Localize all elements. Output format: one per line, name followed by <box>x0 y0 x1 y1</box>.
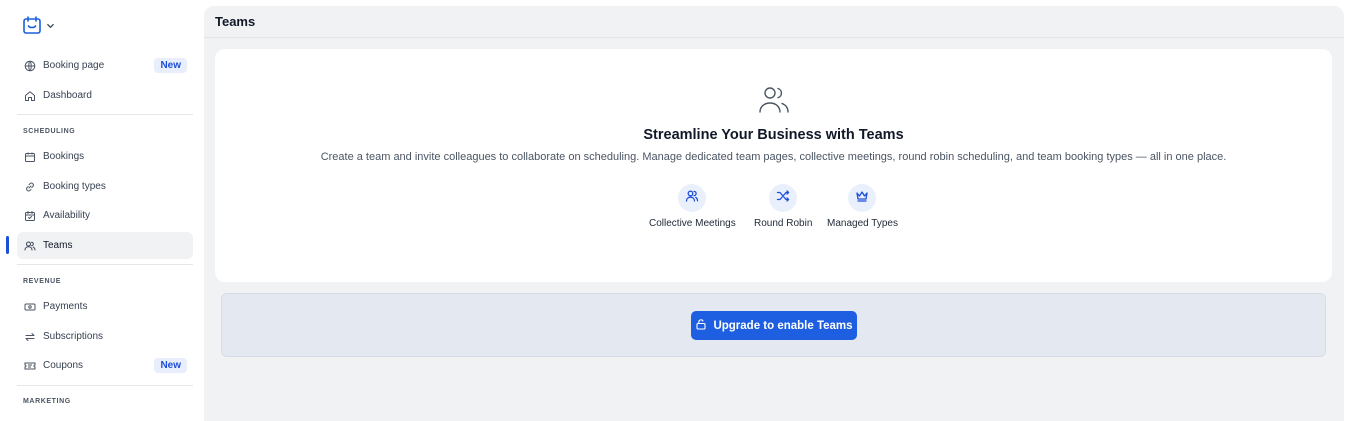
sidebar-item-bookings[interactable]: Bookings <box>17 143 193 170</box>
upgrade-button-label: Upgrade to enable Teams <box>713 319 853 332</box>
home-icon <box>24 90 36 102</box>
chevron-down-icon <box>46 21 55 30</box>
users-icon <box>758 83 790 120</box>
sidebar-item-payments[interactable]: Payments <box>17 293 193 320</box>
calendar-icon <box>24 151 36 163</box>
sidebar-item-label: Coupons <box>43 360 84 371</box>
cash-icon <box>24 301 36 313</box>
feature-label: Collective Meetings <box>649 218 736 229</box>
feature-round-robin: Round Robin <box>754 184 812 229</box>
active-indicator <box>6 236 9 254</box>
new-badge: New <box>154 58 187 73</box>
sidebar-item-teams[interactable]: Teams <box>17 232 193 259</box>
calendar-logo-icon <box>22 15 42 35</box>
page-title: Teams <box>204 6 1344 38</box>
repeat-icon <box>24 331 36 343</box>
divider <box>17 264 193 265</box>
feature-icon-circle <box>848 184 877 212</box>
new-badge: New <box>154 358 187 373</box>
feature-icon-circle <box>769 184 798 212</box>
feature-label: Managed Types <box>827 218 898 229</box>
sidebar: Booking page New Dashboard SCHEDULING Bo… <box>0 0 204 421</box>
sidebar-item-coupons[interactable]: Coupons New <box>17 352 193 379</box>
sidebar-item-booking-page[interactable]: Booking page New <box>17 52 193 79</box>
feature-label: Round Robin <box>754 218 813 229</box>
calendar-check-icon <box>24 210 36 222</box>
sidebar-item-label: Bookings <box>43 151 85 162</box>
section-label-marketing: MARKETING <box>23 398 71 405</box>
card-description: Create a team and invite colleagues to c… <box>320 151 1227 163</box>
globe-icon <box>24 60 36 72</box>
shuffle-icon <box>776 189 790 208</box>
sidebar-item-label: Booking page <box>43 60 105 71</box>
feature-collective-meetings: Collective Meetings <box>649 184 736 229</box>
divider <box>17 385 193 386</box>
section-label-scheduling: SCHEDULING <box>23 128 76 135</box>
ticket-icon <box>24 360 36 372</box>
divider <box>17 114 193 115</box>
sidebar-item-subscriptions[interactable]: Subscriptions <box>17 323 193 350</box>
sidebar-item-label: Dashboard <box>43 90 92 101</box>
main-content: Teams Streamline Your Business with Team… <box>204 6 1344 421</box>
feature-icon-circle <box>678 184 707 212</box>
sidebar-item-label: Booking types <box>43 181 106 192</box>
users-icon <box>685 189 699 208</box>
sidebar-item-label: Availability <box>43 210 91 221</box>
feature-managed-types: Managed Types <box>827 184 898 229</box>
lock-icon <box>695 318 707 333</box>
crown-icon <box>855 189 869 208</box>
sidebar-item-booking-types[interactable]: Booking types <box>17 173 193 200</box>
section-label-revenue: REVENUE <box>23 278 62 285</box>
users-icon <box>24 240 36 252</box>
upgrade-panel: Upgrade to enable Teams <box>221 293 1326 357</box>
sidebar-item-label: Payments <box>43 301 88 312</box>
workspace-switcher[interactable] <box>22 15 55 35</box>
link-icon <box>24 181 36 193</box>
teams-promo-card: Streamline Your Business with Teams Crea… <box>215 49 1332 282</box>
upgrade-button[interactable]: Upgrade to enable Teams <box>691 311 857 340</box>
sidebar-item-dashboard[interactable]: Dashboard <box>17 82 193 109</box>
sidebar-item-label: Teams <box>43 240 73 251</box>
sidebar-item-availability[interactable]: Availability <box>17 202 193 229</box>
sidebar-item-label: Subscriptions <box>43 331 104 342</box>
card-title: Streamline Your Business with Teams <box>643 127 904 143</box>
